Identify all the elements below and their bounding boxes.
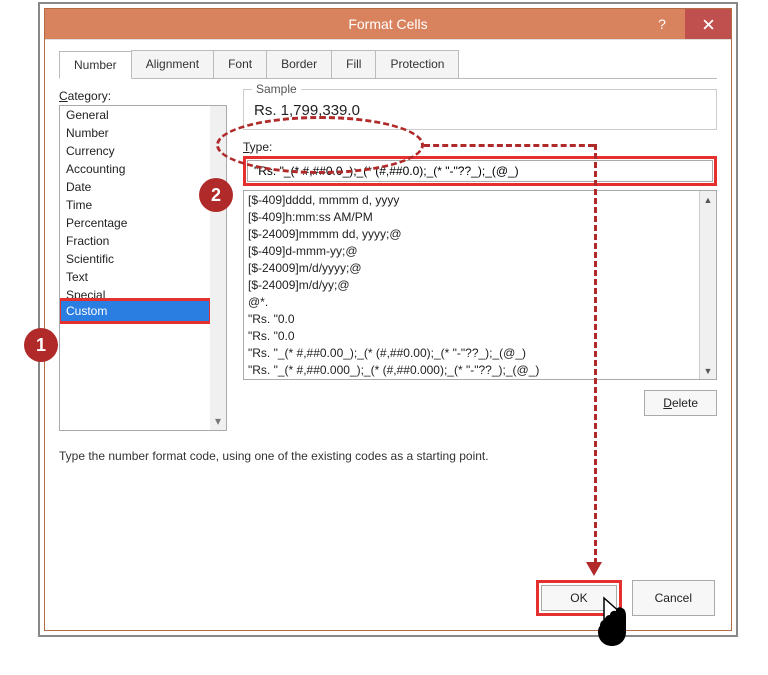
category-item-accounting[interactable]: Accounting — [60, 160, 210, 178]
category-item-percentage[interactable]: Percentage — [60, 214, 210, 232]
tab-protection[interactable]: Protection — [375, 50, 459, 78]
tab-fill[interactable]: Fill — [331, 50, 376, 78]
format-item[interactable]: "Rs. "_(* #,##0.000_);_(* (#,##0.000);_(… — [248, 362, 712, 379]
titlebar: Format Cells ? — [45, 9, 731, 39]
category-item-time[interactable]: Time — [60, 196, 210, 214]
hint-text: Type the number format code, using one o… — [59, 449, 717, 463]
window-title: Format Cells — [45, 16, 731, 32]
scroll-up-icon[interactable]: ▲ — [700, 191, 716, 208]
category-item-custom[interactable]: Custom — [60, 300, 210, 322]
format-item[interactable]: "Rs. "_(* #,##0.00_);_(* (#,##0.00);_(* … — [248, 345, 712, 362]
category-item-date[interactable]: Date — [60, 178, 210, 196]
type-label: Type: — [243, 140, 717, 154]
sample-label: Sample — [252, 82, 301, 96]
category-label: Category: — [59, 89, 229, 103]
format-item[interactable]: @*. — [248, 294, 712, 311]
format-item[interactable]: "Rs. "0.0 — [248, 311, 712, 328]
type-input-highlight — [243, 156, 717, 186]
sample-group: Sample Rs. 1,799,339.0 — [243, 89, 717, 130]
format-item[interactable]: [$-409]h:mm:ss AM/PM — [248, 209, 712, 226]
dialog-client: Number Alignment Font Border Fill Protec… — [45, 39, 731, 630]
tab-alignment[interactable]: Alignment — [131, 50, 214, 78]
category-item-currency[interactable]: Currency — [60, 142, 210, 160]
category-item-number[interactable]: Number — [60, 124, 210, 142]
screenshot-frame: Format Cells ? Number Alignment Font Bor… — [38, 2, 738, 637]
format-item[interactable]: [$-409]dddd, mmmm d, yyyy — [248, 192, 712, 209]
format-item[interactable]: [$-24009]m/d/yy;@ — [248, 277, 712, 294]
tab-font[interactable]: Font — [213, 50, 267, 78]
format-scrollbar[interactable]: ▲ ▼ — [699, 191, 716, 379]
cancel-button[interactable]: Cancel — [632, 580, 715, 616]
format-item[interactable]: [$-24009]m/d/yyyy;@ — [248, 260, 712, 277]
format-item[interactable]: "Rs. "0.0 — [248, 328, 712, 345]
scroll-down-icon[interactable]: ▾ — [212, 414, 224, 428]
format-item[interactable]: [$-24009]mmmm dd, yyyy;@ — [248, 226, 712, 243]
dialog-window: Format Cells ? Number Alignment Font Bor… — [44, 8, 732, 631]
category-item-scientific[interactable]: Scientific — [60, 250, 210, 268]
category-scrollbar[interactable] — [210, 106, 226, 430]
category-item-fraction[interactable]: Fraction — [60, 232, 210, 250]
format-code-list[interactable]: [$-409]dddd, mmmm d, yyyy [$-409]h:mm:ss… — [243, 190, 717, 380]
category-list[interactable]: General Number Currency Accounting Date … — [59, 105, 227, 431]
delete-button[interactable]: Delete — [644, 390, 717, 416]
tab-number[interactable]: Number — [59, 51, 132, 79]
format-item[interactable]: [$-409]d-mmm-yy;@ — [248, 243, 712, 260]
scroll-down-icon[interactable]: ▼ — [700, 362, 716, 379]
ok-button[interactable]: OK — [541, 585, 616, 611]
ok-button-highlight: OK — [536, 580, 621, 616]
tab-strip: Number Alignment Font Border Fill Protec… — [59, 50, 717, 79]
category-item-general[interactable]: General — [60, 106, 210, 124]
category-item-text[interactable]: Text — [60, 268, 210, 286]
tab-border[interactable]: Border — [266, 50, 332, 78]
sample-value: Rs. 1,799,339.0 — [254, 96, 706, 119]
dialog-footer: OK Cancel — [536, 580, 715, 616]
type-input[interactable] — [247, 160, 713, 182]
